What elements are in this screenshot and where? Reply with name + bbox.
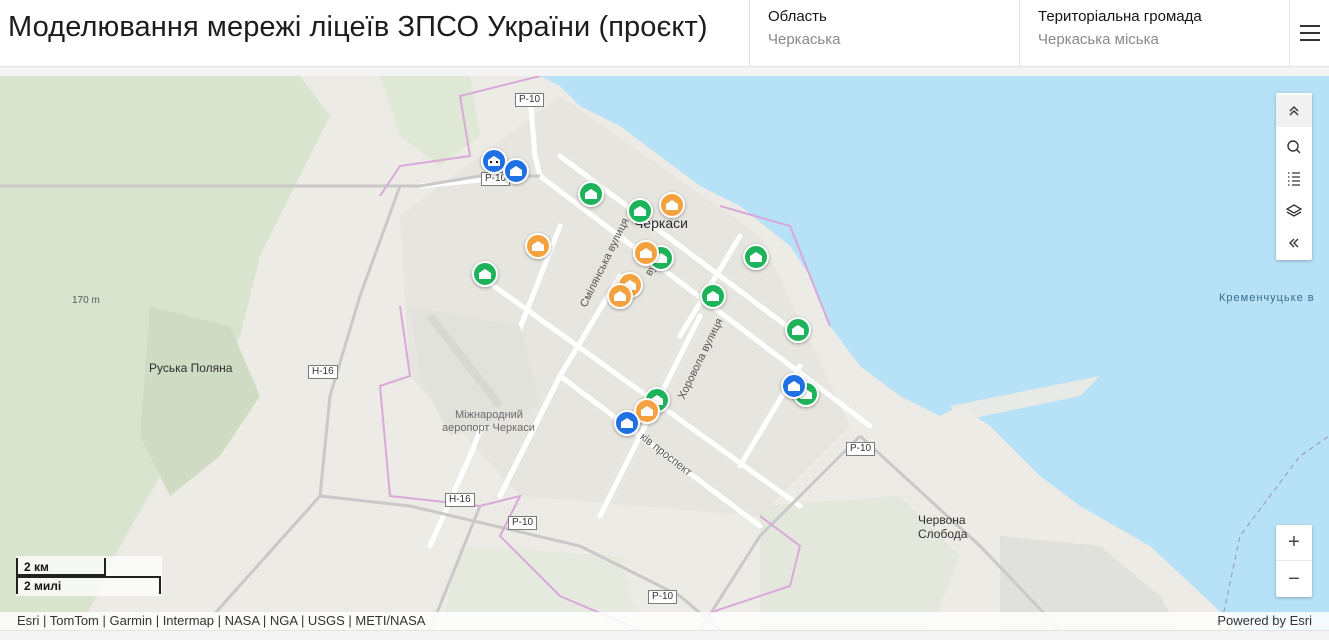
scale-km: 2 км: [16, 558, 106, 576]
filter-hromada-label: Територіальна громада: [1038, 8, 1202, 25]
school-building-icon: [666, 200, 678, 210]
school-marker-blue[interactable]: [614, 410, 640, 436]
school-building-icon: [792, 325, 804, 335]
hamburger-menu-icon[interactable]: [1289, 0, 1329, 66]
map-view[interactable]: Черкаси Руська Поляна Червона Слобода Кр…: [0, 76, 1329, 630]
school-building-icon: [640, 248, 652, 258]
attribution-sources[interactable]: Esri | TomTom | Garmin | Intermap | NASA…: [17, 613, 425, 628]
zoom-control: + −: [1276, 525, 1312, 597]
scale-bar: 2 км 2 милі: [16, 556, 162, 596]
powered-by-esri[interactable]: Powered by Esri: [1217, 613, 1312, 628]
school-building-icon: [707, 291, 719, 301]
search-icon[interactable]: [1276, 131, 1312, 163]
school-building-icon: [750, 252, 762, 262]
road-shield-p10: P-10: [648, 590, 678, 604]
filter-hromada-value[interactable]: Черкаська міська: [1038, 31, 1272, 48]
school-building-icon: [479, 269, 491, 279]
collapse-left-icon[interactable]: [1276, 227, 1312, 259]
app-title: Моделювання мережі ліцеїв ЗПСО України (…: [8, 11, 708, 43]
school-building-icon: [641, 406, 653, 416]
filter-hromada[interactable]: Територіальна громада Черкаська міська: [1019, 0, 1290, 66]
school-building-icon: [614, 291, 626, 301]
school-marker-blue[interactable]: [781, 373, 807, 399]
school-building-icon: [510, 166, 522, 176]
school-marker-green[interactable]: [472, 261, 498, 287]
map-toolbar: [1276, 93, 1312, 260]
filter-oblast[interactable]: Область Черкаська: [749, 0, 1020, 66]
school-marker-orange[interactable]: [525, 233, 551, 259]
airport-label-2: аеропорт Черкаси: [442, 422, 535, 434]
footer-strip: [0, 630, 1329, 640]
school-marker-orange[interactable]: [633, 240, 659, 266]
school-building-icon: [585, 189, 597, 199]
school-marker-green[interactable]: [578, 181, 604, 207]
town-label-chervona-2: Слобода: [918, 527, 968, 541]
school-building-icon: [532, 241, 544, 251]
legend-list-icon[interactable]: [1276, 163, 1312, 195]
airport-label-1: Міжнародний: [455, 409, 523, 421]
basemap: [0, 76, 1329, 630]
school-building-icon: [621, 418, 633, 428]
app-header: Моделювання мережі ліцеїв ЗПСО України (…: [0, 0, 1329, 67]
road-shield-h16: H-16: [308, 365, 338, 379]
school-marker-orange[interactable]: [659, 192, 685, 218]
school-marker-green[interactable]: [785, 317, 811, 343]
zoom-out-button[interactable]: −: [1276, 561, 1312, 597]
road-shield-p10: P-10: [508, 516, 538, 530]
road-shield-p10: P-10: [846, 442, 876, 456]
map-attribution: Esri | TomTom | Garmin | Intermap | NASA…: [0, 612, 1329, 630]
collapse-up-icon[interactable]: [1276, 95, 1312, 127]
town-label-ruska-poliana: Руська Поляна: [149, 361, 233, 375]
filter-oblast-label: Область: [768, 8, 827, 25]
road-shield-h16: H-16: [445, 493, 475, 507]
scale-mi: 2 милі: [16, 576, 161, 594]
school-building-icon: [488, 156, 500, 166]
water-label-reservoir: Кременчуцьке в: [1219, 292, 1315, 304]
school-building-icon: [634, 206, 646, 216]
school-marker-blue[interactable]: [503, 158, 529, 184]
zoom-in-button[interactable]: +: [1276, 525, 1312, 561]
road-shield-p10: P-10: [515, 93, 545, 107]
school-marker-orange[interactable]: [607, 283, 633, 309]
layers-icon[interactable]: [1276, 195, 1312, 227]
elevation-label: 170 m: [72, 295, 100, 306]
school-marker-green[interactable]: [743, 244, 769, 270]
school-building-icon: [788, 381, 800, 391]
school-marker-green[interactable]: [627, 198, 653, 224]
town-label-chervona-1: Червона: [918, 513, 966, 527]
school-marker-green[interactable]: [700, 283, 726, 309]
filter-oblast-value[interactable]: Черкаська: [768, 31, 1002, 48]
